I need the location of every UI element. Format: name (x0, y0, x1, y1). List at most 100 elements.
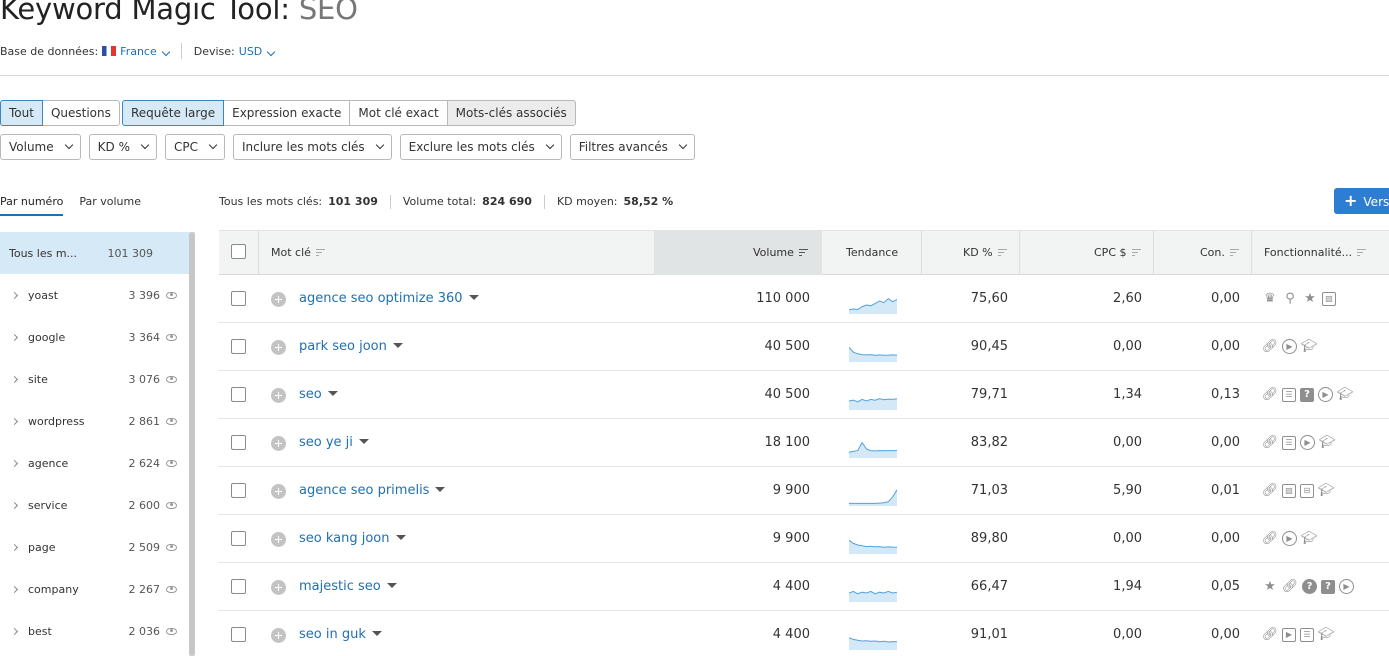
group-item[interactable]: best 2 036 (0, 610, 189, 652)
group-item[interactable]: service 2 600 (0, 484, 189, 526)
eye-icon[interactable] (166, 585, 177, 593)
caret-down-icon[interactable] (386, 583, 397, 588)
chevron-right-icon[interactable] (10, 375, 19, 383)
briefcase-icon[interactable]: ⊟ (1300, 483, 1314, 498)
location-pin-icon[interactable]: ⚲ (1282, 291, 1298, 307)
row-checkbox[interactable] (231, 435, 246, 450)
image-icon[interactable]: ▨ (1282, 483, 1296, 498)
row-checkbox[interactable] (231, 531, 246, 546)
currency-select[interactable]: USD (239, 45, 276, 58)
link-icon[interactable]: 🔗︎ (1262, 339, 1279, 355)
tab-exact-match[interactable]: Mot clé exact (349, 100, 448, 126)
news-icon[interactable]: ☰ (1300, 627, 1314, 642)
news-icon[interactable]: ☰ (1282, 435, 1296, 450)
eye-icon[interactable] (166, 333, 177, 341)
select-all-checkbox[interactable] (231, 244, 246, 259)
row-checkbox[interactable] (231, 339, 246, 354)
group-item[interactable]: yoast 3 396 (0, 274, 189, 316)
group-item[interactable]: site 3 076 (0, 358, 189, 400)
database-select[interactable]: France (120, 45, 170, 58)
keyword-link[interactable]: seo kang joon (299, 531, 390, 546)
row-checkbox[interactable] (231, 579, 246, 594)
keyword-link[interactable]: majestic seo (299, 579, 381, 594)
tab-by-volume[interactable]: Par volume (79, 195, 141, 216)
row-checkbox[interactable] (231, 291, 246, 306)
image-icon[interactable]: ▨ (1322, 291, 1336, 306)
eye-icon[interactable] (166, 417, 177, 425)
add-to-list-icon[interactable] (271, 436, 286, 451)
chevron-right-icon[interactable] (10, 585, 19, 593)
group-item[interactable]: company 2 267 (0, 568, 189, 610)
graduation-cap-icon[interactable]: 🎓︎ (1318, 483, 1335, 499)
chevron-right-icon[interactable] (10, 627, 19, 635)
help-icon[interactable]: ? (1302, 579, 1317, 594)
row-checkbox[interactable] (231, 627, 246, 642)
add-to-list-icon[interactable] (271, 292, 286, 307)
tab-all[interactable]: Tout (0, 100, 43, 126)
add-to-list-icon[interactable] (271, 580, 286, 595)
col-keyword[interactable]: Mot clé (271, 231, 325, 275)
video-icon[interactable]: ▶ (1300, 435, 1315, 450)
keyword-link[interactable]: agence seo primelis (299, 483, 429, 498)
news-icon[interactable]: ☰ (1282, 387, 1296, 402)
faq-icon[interactable]: ? (1300, 387, 1314, 402)
caret-down-icon[interactable] (468, 295, 479, 300)
keyword-link[interactable]: seo in guk (299, 627, 366, 642)
add-to-list-icon[interactable] (271, 628, 286, 643)
chevron-right-icon[interactable] (10, 543, 19, 551)
chevron-right-icon[interactable] (10, 417, 19, 425)
crown-icon[interactable]: ♛ (1262, 291, 1278, 307)
chevron-right-icon[interactable] (10, 459, 19, 467)
add-to-list-icon[interactable] (271, 532, 286, 547)
cpc-filter[interactable]: CPC (164, 134, 225, 160)
col-volume[interactable]: Volume (753, 231, 808, 275)
group-all[interactable]: Tous les m... 101 309 (0, 232, 189, 274)
kd-filter[interactable]: KD % (88, 134, 157, 160)
exclude-keywords-filter[interactable]: Exclure les mots clés (399, 134, 562, 160)
caret-down-icon[interactable] (358, 439, 369, 444)
include-keywords-filter[interactable]: Inclure les mots clés (232, 134, 392, 160)
graduation-cap-icon[interactable]: 🎓︎ (1319, 435, 1336, 451)
keyword-link[interactable]: park seo joon (299, 339, 387, 354)
link-icon[interactable]: 🔗︎ (1262, 627, 1279, 643)
row-checkbox[interactable] (231, 483, 246, 498)
caret-down-icon[interactable] (371, 631, 382, 636)
video-icon[interactable]: ▶ (1282, 531, 1297, 546)
volume-filter[interactable]: Volume (0, 134, 81, 160)
advanced-filters[interactable]: Filtres avancés (569, 134, 695, 160)
graduation-cap-icon[interactable]: 🎓︎ (1301, 339, 1318, 355)
link-icon[interactable]: 🔗︎ (1262, 435, 1279, 451)
row-checkbox[interactable] (231, 387, 246, 402)
tab-questions[interactable]: Questions (41, 100, 120, 126)
export-button[interactable]: + Vers (1334, 188, 1389, 214)
group-item[interactable]: page 2 509 (0, 526, 189, 568)
video-box-icon[interactable]: ▶ (1282, 627, 1296, 642)
chevron-right-icon[interactable] (10, 291, 19, 299)
add-to-list-icon[interactable] (271, 484, 286, 499)
video-icon[interactable]: ▶ (1339, 579, 1354, 594)
faq-icon[interactable]: ? (1321, 579, 1335, 594)
tab-phrase-match[interactable]: Expression exacte (223, 100, 351, 126)
caret-down-icon[interactable] (395, 535, 406, 540)
eye-icon[interactable] (166, 291, 177, 299)
col-kd[interactable]: KD % (963, 231, 1007, 275)
group-item[interactable]: wordpress 2 861 (0, 400, 189, 442)
eye-icon[interactable] (166, 627, 177, 635)
tab-related[interactable]: Mots-clés associés (446, 100, 576, 126)
caret-down-icon[interactable] (392, 343, 403, 348)
group-item[interactable]: agence 2 624 (0, 442, 189, 484)
link-icon[interactable]: 🔗︎ (1262, 483, 1279, 499)
keyword-link[interactable]: seo ye ji (299, 435, 353, 450)
caret-down-icon[interactable] (327, 391, 338, 396)
link-icon[interactable]: 🔗︎ (1262, 387, 1279, 403)
graduation-cap-icon[interactable]: 🎓︎ (1318, 627, 1335, 643)
link-icon[interactable]: 🔗︎ (1262, 531, 1279, 547)
add-to-list-icon[interactable] (271, 388, 286, 403)
eye-icon[interactable] (166, 543, 177, 551)
star-icon[interactable]: ★ (1262, 579, 1278, 595)
link-icon[interactable]: 🔗︎ (1282, 579, 1299, 595)
col-competition[interactable]: Con. (1200, 231, 1239, 275)
video-icon[interactable]: ▶ (1282, 339, 1297, 354)
eye-icon[interactable] (166, 375, 177, 383)
chevron-right-icon[interactable] (10, 501, 19, 509)
